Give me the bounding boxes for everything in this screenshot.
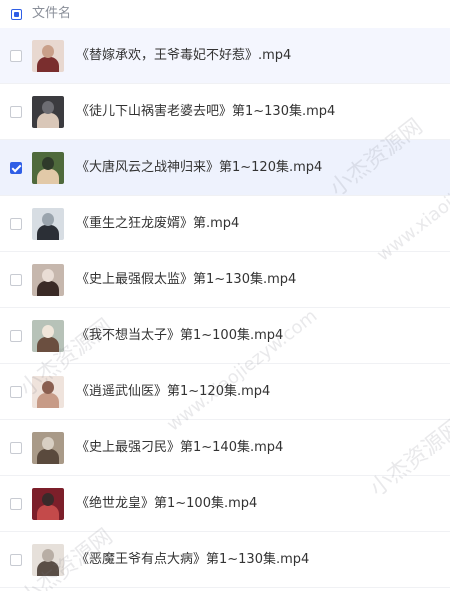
file-name[interactable]: 《我不想当太子》第1~100集.mp4 — [76, 327, 283, 345]
file-name[interactable]: 《替嫁承欢，王爷毒妃不好惹》.mp4 — [76, 47, 291, 65]
video-thumbnail[interactable] — [32, 320, 64, 352]
file-checkbox[interactable] — [10, 274, 22, 286]
file-row[interactable]: 《替嫁承欢，王爷毒妃不好惹》.mp4 — [0, 28, 450, 84]
video-thumbnail[interactable] — [32, 376, 64, 408]
file-checkbox[interactable] — [10, 386, 22, 398]
file-list: 《替嫁承欢，王爷毒妃不好惹》.mp4 《徒儿下山祸害老婆去吧》第1~130集.mp… — [0, 28, 450, 588]
video-thumbnail[interactable] — [32, 488, 64, 520]
file-list-header: 文件名 — [0, 0, 450, 28]
file-name[interactable]: 《史上最强刁民》第1~140集.mp4 — [76, 439, 283, 457]
column-header-filename[interactable]: 文件名 — [32, 6, 71, 22]
file-checkbox[interactable] — [10, 106, 22, 118]
video-thumbnail[interactable] — [32, 544, 64, 576]
video-thumbnail[interactable] — [32, 40, 64, 72]
file-name[interactable]: 《大唐风云之战神归来》第1~120集.mp4 — [76, 159, 322, 177]
video-thumbnail[interactable] — [32, 152, 64, 184]
file-name[interactable]: 《绝世龙皇》第1~100集.mp4 — [76, 495, 257, 513]
file-name[interactable]: 《重生之狂龙废婿》第.mp4 — [76, 215, 239, 233]
file-checkbox[interactable] — [10, 554, 22, 566]
file-checkbox[interactable] — [10, 442, 22, 454]
select-all-checkbox[interactable] — [11, 9, 22, 20]
file-name[interactable]: 《徒儿下山祸害老婆去吧》第1~130集.mp4 — [76, 103, 335, 121]
video-thumbnail[interactable] — [32, 208, 64, 240]
file-row[interactable]: 《史上最强刁民》第1~140集.mp4 — [0, 420, 450, 476]
file-row[interactable]: 《绝世龙皇》第1~100集.mp4 — [0, 476, 450, 532]
video-thumbnail[interactable] — [32, 96, 64, 128]
file-checkbox[interactable] — [10, 162, 22, 174]
file-row[interactable]: 《恶魔王爷有点大病》第1~130集.mp4 — [0, 532, 450, 588]
file-row[interactable]: 《我不想当太子》第1~100集.mp4 — [0, 308, 450, 364]
file-name[interactable]: 《恶魔王爷有点大病》第1~130集.mp4 — [76, 551, 309, 569]
file-checkbox[interactable] — [10, 498, 22, 510]
file-row[interactable]: 《重生之狂龙废婿》第.mp4 — [0, 196, 450, 252]
file-checkbox[interactable] — [10, 330, 22, 342]
file-row[interactable]: 《大唐风云之战神归来》第1~120集.mp4 — [0, 140, 450, 196]
file-row[interactable]: 《史上最强假太监》第1~130集.mp4 — [0, 252, 450, 308]
video-thumbnail[interactable] — [32, 432, 64, 464]
file-list-page: 文件名 《替嫁承欢，王爷毒妃不好惹》.mp4 《徒儿下山祸害老婆去吧》第1~130… — [0, 0, 450, 591]
file-row[interactable]: 《徒儿下山祸害老婆去吧》第1~130集.mp4 — [0, 84, 450, 140]
file-checkbox[interactable] — [10, 50, 22, 62]
file-checkbox[interactable] — [10, 218, 22, 230]
file-name[interactable]: 《逍遥武仙医》第1~120集.mp4 — [76, 383, 270, 401]
video-thumbnail[interactable] — [32, 264, 64, 296]
file-row[interactable]: 《逍遥武仙医》第1~120集.mp4 — [0, 364, 450, 420]
file-name[interactable]: 《史上最强假太监》第1~130集.mp4 — [76, 271, 296, 289]
